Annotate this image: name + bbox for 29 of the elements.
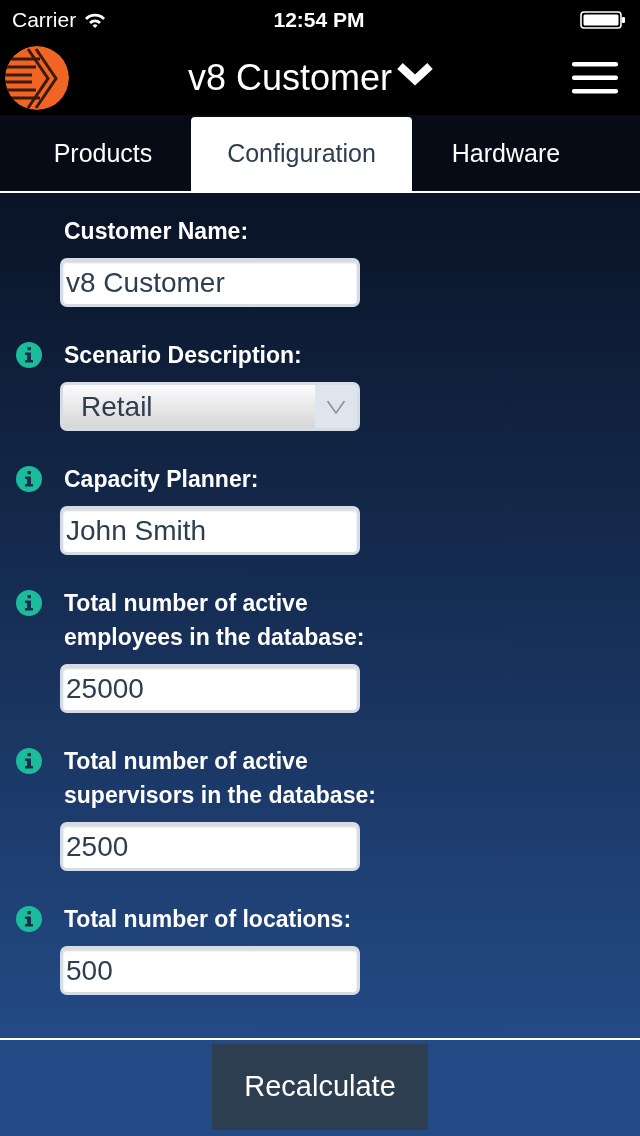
text-field[interactable]: v8 Customer — [60, 258, 360, 307]
info-icon[interactable] — [16, 590, 42, 616]
field-label: Customer Name: — [64, 217, 249, 246]
clock-time: 12:54 PM — [273, 8, 365, 32]
info-icon[interactable] — [16, 466, 42, 492]
text-field[interactable]: John Smith — [60, 506, 360, 555]
text-field[interactable]: 25000 — [60, 664, 360, 713]
text-field[interactable]: 2500 — [60, 822, 360, 871]
text-field[interactable]: 500 — [60, 946, 360, 995]
field-label: Total number of active employees in the database: — [64, 589, 366, 652]
field-label: Total number of locations: — [64, 905, 352, 934]
recalculate-button[interactable]: Recalculate — [212, 1044, 428, 1130]
caret-down-icon — [326, 398, 346, 415]
tab[interactable]: Hardware — [412, 117, 600, 191]
screen-title: v8 Customer — [187, 57, 393, 98]
tab[interactable]: Configuration — [191, 117, 412, 191]
info-icon[interactable] — [16, 748, 42, 774]
info-icon[interactable] — [16, 906, 42, 932]
info-icon[interactable] — [16, 342, 42, 368]
carrier-name: Carrier — [12, 8, 77, 32]
field-label: Scenario Description: — [64, 341, 302, 370]
field-label: Total number of active supervisors in the database: — [64, 747, 377, 810]
tab[interactable]: Products — [15, 117, 191, 191]
logo-icon — [4, 44, 70, 111]
battery-icon — [580, 11, 626, 29]
wifi-icon — [84, 12, 107, 28]
scenario-dropdown[interactable]: Retail — [60, 382, 360, 431]
menu-icon[interactable] — [572, 61, 618, 94]
field-label: Capacity Planner: — [64, 465, 259, 494]
